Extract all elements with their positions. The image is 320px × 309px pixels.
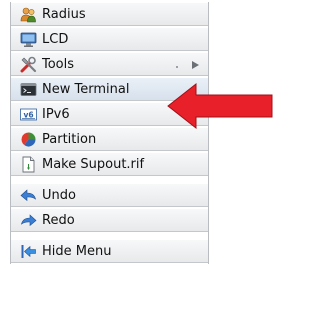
redo-arrow-icon bbox=[20, 212, 37, 229]
menu-item-label: Hide Menu bbox=[42, 243, 112, 259]
menu-item-lcd[interactable]: LCD bbox=[11, 27, 208, 51]
submenu-arrow-icon bbox=[192, 61, 199, 69]
monitor-icon bbox=[20, 31, 37, 48]
hide-menu-icon bbox=[20, 243, 37, 260]
users-icon bbox=[20, 6, 37, 23]
menu-item-label: Radius bbox=[42, 6, 86, 22]
menu-item-undo[interactable]: Undo bbox=[11, 183, 208, 207]
tools-icon bbox=[20, 56, 37, 73]
red-arrow-icon bbox=[167, 82, 273, 130]
ipv6-badge-text: v6 bbox=[23, 110, 33, 119]
menu-item-label: Tools bbox=[42, 56, 75, 72]
menu-item-label: New Terminal bbox=[42, 81, 130, 97]
undo-arrow-icon bbox=[20, 187, 37, 204]
pie-chart-icon bbox=[20, 131, 37, 148]
menu-item-label: Undo bbox=[42, 187, 76, 203]
menu-item-make-supout[interactable]: Make Supout.rif bbox=[11, 152, 208, 176]
separator-dot bbox=[176, 66, 178, 68]
menu-item-label: Partition bbox=[42, 131, 97, 147]
menu-item-label: Make Supout.rif bbox=[42, 156, 145, 172]
menu-item-radius[interactable]: Radius bbox=[11, 2, 208, 26]
menu-item-label: Redo bbox=[42, 212, 75, 228]
terminal-icon bbox=[20, 81, 37, 98]
menu-item-hide-menu[interactable]: Hide Menu bbox=[11, 239, 208, 263]
menu-item-label: LCD bbox=[42, 31, 69, 47]
ipv6-icon: v6 bbox=[20, 106, 37, 123]
menu-item-label: IPv6 bbox=[42, 106, 70, 122]
document-icon bbox=[20, 156, 37, 173]
side-menu: Radius LCD Tools New Terminal v6 IPv6 Pa… bbox=[10, 2, 209, 264]
menu-item-redo[interactable]: Redo bbox=[11, 208, 208, 232]
menu-item-tools[interactable]: Tools bbox=[11, 52, 208, 76]
